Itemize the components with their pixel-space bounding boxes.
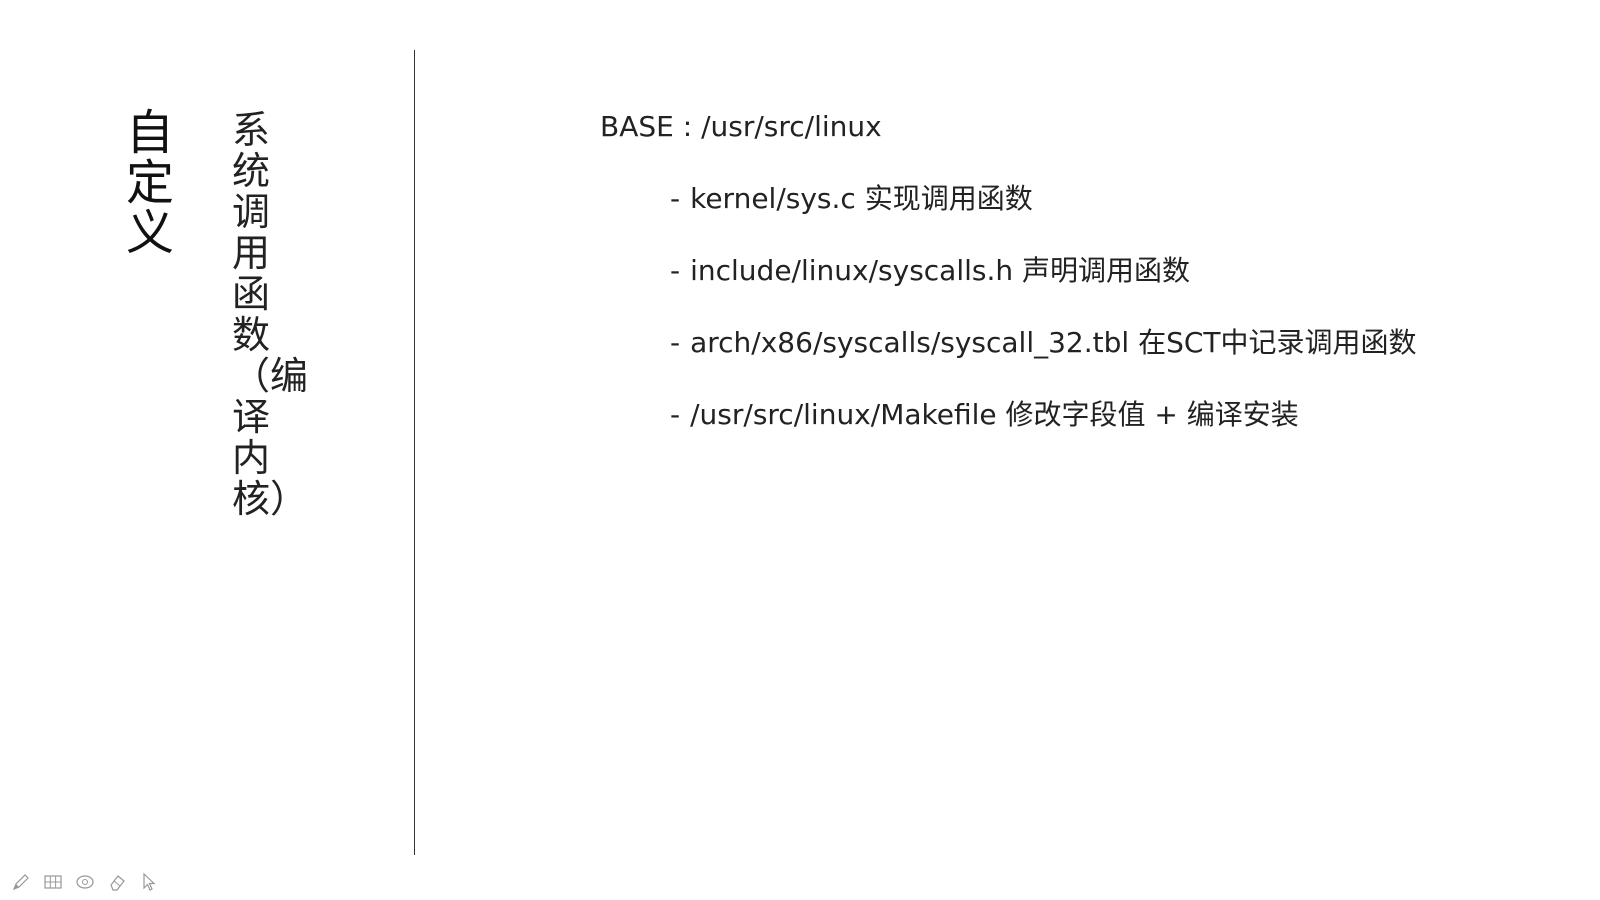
item-dash: - <box>670 326 681 359</box>
item-dash: - <box>670 254 681 287</box>
base-path: BASE : /usr/src/linux <box>600 110 882 143</box>
list-item: - kernel/sys.c 实现调用函数 <box>670 182 1033 216</box>
list-item: -/usr/src/linux/Makefile 修改字段值 + 编译安装 <box>670 398 1299 432</box>
item-desc: 在SCT中记录调用函数 <box>1138 326 1417 359</box>
item-path: kernel/sys.c <box>690 182 856 215</box>
list-item: - include/linux/syscalls.h 声明调用函数 <box>670 254 1190 288</box>
slide-subtitle: 系统调用函数（编译内核） <box>232 108 309 521</box>
item-desc: 声明调用函数 <box>1022 254 1191 287</box>
item-path: /usr/src/linux/Makefile <box>690 398 997 431</box>
list-item: - arch/x86/syscalls/syscall_32.tbl 在SCT中记… <box>670 326 1417 360</box>
item-desc: 修改字段值 + 编译安装 <box>1005 398 1299 431</box>
slide-canvas: 自定义 系统调用函数（编译内核） BASE : /usr/src/linux -… <box>0 0 1600 900</box>
item-path: arch/x86/syscalls/syscall_32.tbl <box>690 326 1130 359</box>
item-dash: - <box>670 182 681 215</box>
vertical-divider <box>414 50 415 855</box>
pointer-icon[interactable] <box>138 871 160 893</box>
item-desc: 实现调用函数 <box>864 182 1033 215</box>
pen-icon[interactable] <box>10 871 32 893</box>
slides-grid-icon[interactable] <box>42 871 64 893</box>
item-path: include/linux/syscalls.h <box>690 254 1014 287</box>
presenter-toolbar <box>10 870 160 894</box>
slide-title: 自定义 <box>126 105 175 261</box>
item-dash: - <box>670 398 681 431</box>
zoom-icon[interactable] <box>74 871 96 893</box>
eraser-icon[interactable] <box>106 871 128 893</box>
